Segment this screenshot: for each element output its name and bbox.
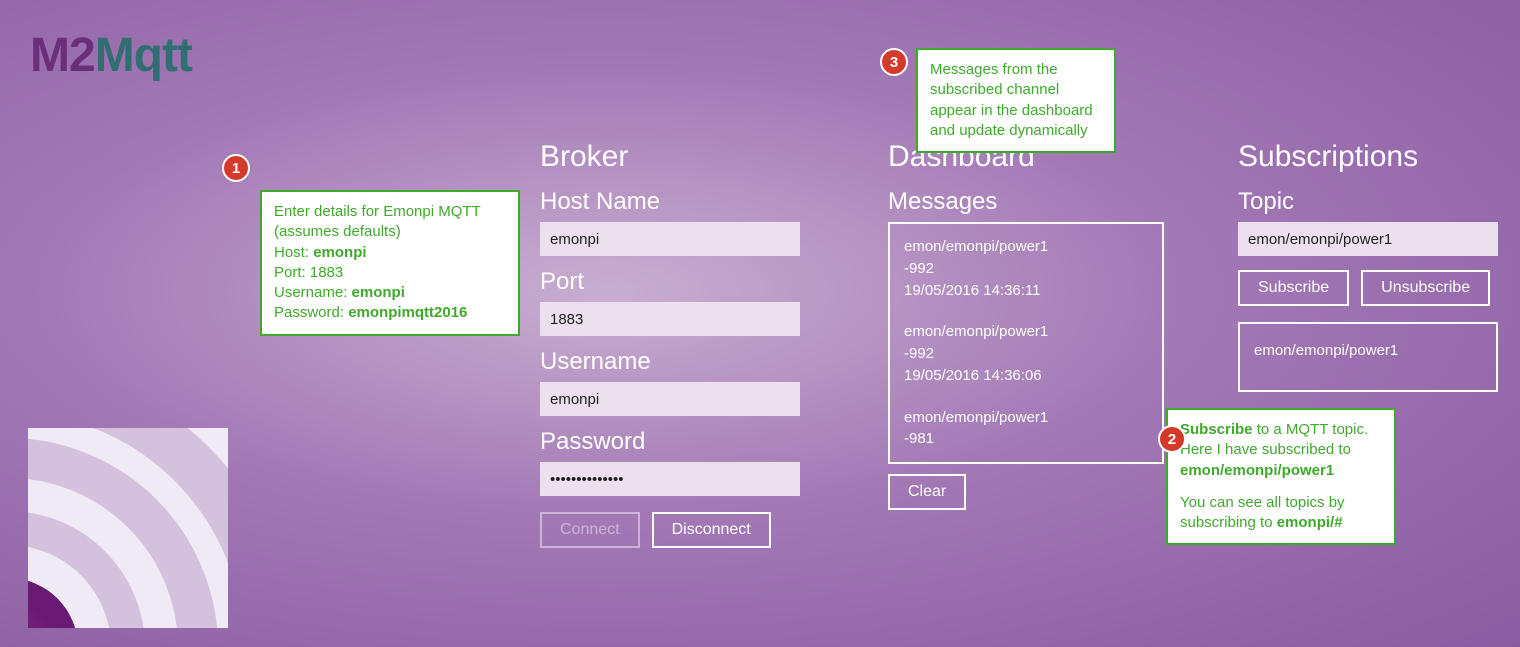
callout-text: Host: emonpi: [274, 243, 506, 263]
subscriptions-list: emon/emonpi/power1: [1238, 322, 1498, 392]
disconnect-button[interactable]: Disconnect: [652, 512, 771, 548]
callout-text: Username: emonpi: [274, 283, 506, 303]
messages-box: emon/emonpi/power1 -992 19/05/2016 14:36…: [888, 222, 1164, 464]
callout-text: You can see all topics by: [1180, 493, 1382, 513]
callout-badge-1: 1: [222, 154, 250, 182]
message-value: -992: [904, 343, 1148, 365]
callout-text: subscribed channel: [930, 80, 1102, 100]
callout-3: Messages from the subscribed channel app…: [916, 48, 1116, 153]
username-input[interactable]: [540, 382, 800, 416]
callout-badge-2: 2: [1158, 425, 1186, 453]
username-label: Username: [540, 348, 830, 376]
callout-text: Messages from the: [930, 60, 1102, 80]
port-input[interactable]: [540, 302, 800, 336]
password-input[interactable]: [540, 462, 800, 496]
callout-text: Here I have subscribed to: [1180, 440, 1382, 460]
callout-2: Subscribe to a MQTT topic. Here I have s…: [1166, 408, 1396, 545]
port-label: Port: [540, 268, 830, 296]
message-value: -981: [904, 428, 1148, 450]
callout-text: Port: 1883: [274, 263, 506, 283]
message-time: 19/05/2016 14:36:11: [904, 280, 1148, 302]
topic-label: Topic: [1238, 188, 1506, 216]
app-logo: M2Mqtt: [30, 28, 192, 83]
subscriptions-section: Subscriptions Topic Subscribe Unsubscrib…: [1238, 140, 1506, 392]
callout-text: emon/emonpi/power1: [1180, 461, 1382, 481]
message-topic: emon/emonpi/power1: [904, 321, 1148, 343]
connect-button[interactable]: Connect: [540, 512, 640, 548]
clear-button[interactable]: Clear: [888, 474, 966, 510]
message-item: emon/emonpi/power1 -992 19/05/2016 14:36…: [904, 236, 1148, 301]
logo-part1: M2: [30, 29, 95, 82]
host-input[interactable]: [540, 222, 800, 256]
message-item: emon/emonpi/power1 -992 19/05/2016 14:36…: [904, 321, 1148, 386]
subscriptions-title: Subscriptions: [1238, 140, 1506, 174]
password-label: Password: [540, 428, 830, 456]
message-item: emon/emonpi/power1 -981: [904, 407, 1148, 451]
subscribe-button[interactable]: Subscribe: [1238, 270, 1349, 306]
dashboard-section: Dashboard Messages emon/emonpi/power1 -9…: [888, 140, 1178, 510]
message-topic: emon/emonpi/power1: [904, 407, 1148, 429]
message-value: -992: [904, 258, 1148, 280]
app-tile-icon: [28, 428, 228, 628]
broker-title: Broker: [540, 140, 830, 174]
unsubscribe-button[interactable]: Unsubscribe: [1361, 270, 1490, 306]
host-label: Host Name: [540, 188, 830, 216]
callout-text: and update dynamically: [930, 121, 1102, 141]
callout-text: Subscribe to a MQTT topic.: [1180, 420, 1382, 440]
callout-text: (assumes defaults): [274, 222, 506, 242]
broker-section: Broker Host Name Port Username Password …: [540, 140, 830, 548]
topic-input[interactable]: [1238, 222, 1498, 256]
callout-text: Enter details for Emonpi MQTT: [274, 202, 506, 222]
logo-part2: Mqtt: [95, 29, 192, 82]
message-time: 19/05/2016 14:36:06: [904, 365, 1148, 387]
callout-badge-3: 3: [880, 48, 908, 76]
callout-1: Enter details for Emonpi MQTT (assumes d…: [260, 190, 520, 336]
message-topic: emon/emonpi/power1: [904, 236, 1148, 258]
callout-text: subscribing to emonpi/#: [1180, 513, 1382, 533]
callout-text: Password: emonpimqtt2016: [274, 303, 506, 323]
subscription-item: emon/emonpi/power1: [1254, 342, 1482, 359]
messages-label: Messages: [888, 188, 1178, 216]
callout-text: appear in the dashboard: [930, 101, 1102, 121]
